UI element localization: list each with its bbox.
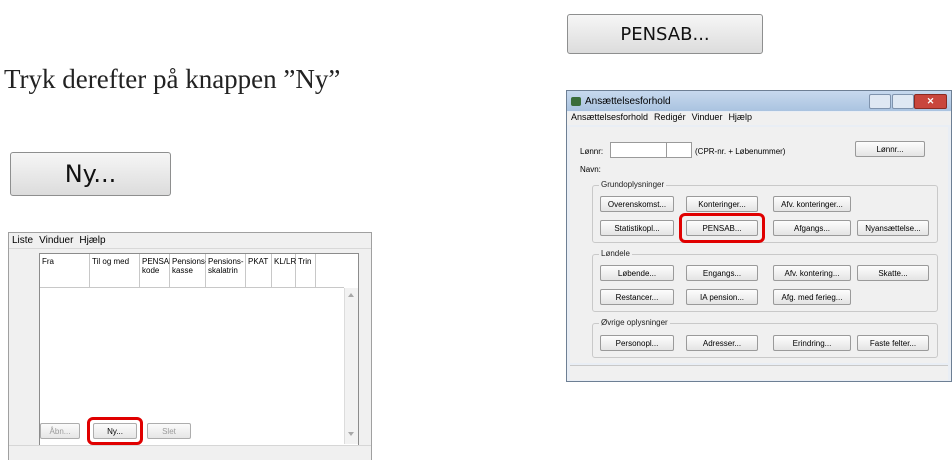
- employment-menubar: Ansættelsesforhold Redigér Vinduer Hjælp: [567, 112, 951, 125]
- lonnr-input[interactable]: [610, 142, 668, 158]
- scroll-up-icon[interactable]: [348, 293, 354, 297]
- column-header-pensionskasse[interactable]: Pensions- kasse: [170, 254, 208, 288]
- cpr-hint: (CPR-nr. + Løbenummer): [695, 147, 786, 156]
- afg-med-ferieg-button[interactable]: Afg. med ferieg...: [773, 289, 851, 305]
- minimize-icon[interactable]: [869, 94, 891, 109]
- list-window: Liste Vinduer Hjælp Fra Til og med PENSA…: [8, 232, 372, 460]
- status-bar: [9, 445, 371, 460]
- employment-window: Ansættelsesforhold ✕ Ansættelsesforhold …: [566, 90, 952, 382]
- afv-kontering-button[interactable]: Afv. kontering...: [773, 265, 851, 281]
- lonnr-suffix-input[interactable]: [666, 142, 692, 158]
- column-header-pensab-kode[interactable]: PENSAB- kode: [140, 254, 177, 288]
- column-header-fra[interactable]: Fra: [40, 254, 90, 288]
- instruction-text: Tryk derefter på knappen ”Ny”: [4, 64, 341, 94]
- content-area: Lønnr: (CPR-nr. + Løbenummer) Lønnr... N…: [570, 127, 948, 363]
- column-header-pensionsskalatrin[interactable]: Pensions- skalatrin: [206, 254, 246, 288]
- lobende-button[interactable]: Løbende...: [600, 265, 674, 281]
- statistikopl-button[interactable]: Statistikopl...: [600, 220, 674, 236]
- app-icon: [571, 96, 581, 106]
- adresser-button[interactable]: Adresser...: [686, 335, 758, 351]
- menu-hjaelp[interactable]: Hjælp: [79, 235, 105, 246]
- afv-konteringer-button[interactable]: Afv. konteringer...: [773, 196, 851, 212]
- lonnr-button[interactable]: Lønnr...: [855, 141, 925, 157]
- delete-button[interactable]: Slet: [147, 423, 191, 439]
- personopl-button[interactable]: Personopl...: [600, 335, 674, 351]
- group-label-ovrige: Øvrige oplysninger: [599, 318, 670, 327]
- column-header-trin[interactable]: Trin: [296, 254, 316, 288]
- pensab-large-button[interactable]: PENSAB...: [567, 14, 763, 54]
- erindring-button[interactable]: Erindring...: [773, 335, 851, 351]
- window-titlebar: Ansættelsesforhold ✕: [567, 91, 951, 111]
- vertical-scrollbar[interactable]: [344, 288, 358, 444]
- menu-vinduer[interactable]: Vinduer: [692, 112, 723, 125]
- column-header-pkat[interactable]: PKAT: [246, 254, 272, 288]
- menu-liste[interactable]: Liste: [12, 235, 33, 246]
- open-button[interactable]: Åbn...: [40, 423, 80, 439]
- konteringer-button[interactable]: Konteringer...: [686, 196, 758, 212]
- column-header-til-og-med[interactable]: Til og med: [90, 254, 140, 288]
- lonnr-label: Lønnr:: [580, 147, 604, 156]
- skatte-button[interactable]: Skatte...: [857, 265, 929, 281]
- ny-large-button[interactable]: Ny...: [10, 152, 171, 196]
- column-header-kl-lr[interactable]: KL/LR: [272, 254, 296, 288]
- group-label-lonndele: Løndele: [599, 249, 632, 258]
- afgangs-button[interactable]: Afgangs...: [773, 220, 851, 236]
- faste-felter-button[interactable]: Faste felter...: [857, 335, 929, 351]
- navn-label: Navn:: [580, 165, 601, 174]
- menu-hjaelp[interactable]: Hjælp: [728, 112, 752, 125]
- window-status-bar: [570, 365, 948, 380]
- pensab-button-highlight: [679, 213, 765, 243]
- window-title: Ansættelsesforhold: [585, 95, 671, 107]
- ia-pension-button[interactable]: IA pension...: [686, 289, 758, 305]
- close-icon[interactable]: ✕: [914, 94, 947, 109]
- overenskomst-button[interactable]: Overenskomst...: [600, 196, 674, 212]
- restancer-button[interactable]: Restancer...: [600, 289, 674, 305]
- new-button-highlight: [87, 417, 143, 445]
- list-table[interactable]: Fra Til og med PENSAB- kode Pensions- ka…: [39, 253, 359, 447]
- menu-vinduer[interactable]: Vinduer: [39, 235, 73, 246]
- group-label-grundoplysninger: Grundoplysninger: [599, 180, 667, 189]
- engangs-button[interactable]: Engangs...: [686, 265, 758, 281]
- menu-rediger[interactable]: Redigér: [654, 112, 686, 125]
- maximize-icon[interactable]: [892, 94, 914, 109]
- column-header-filler: [316, 254, 344, 288]
- list-menubar: Liste Vinduer Hjælp: [9, 233, 371, 249]
- menu-ansaettelsesforhold[interactable]: Ansættelsesforhold: [571, 112, 648, 125]
- nyansaettelse-button[interactable]: Nyansættelse...: [857, 220, 929, 236]
- scroll-down-icon[interactable]: [348, 432, 354, 436]
